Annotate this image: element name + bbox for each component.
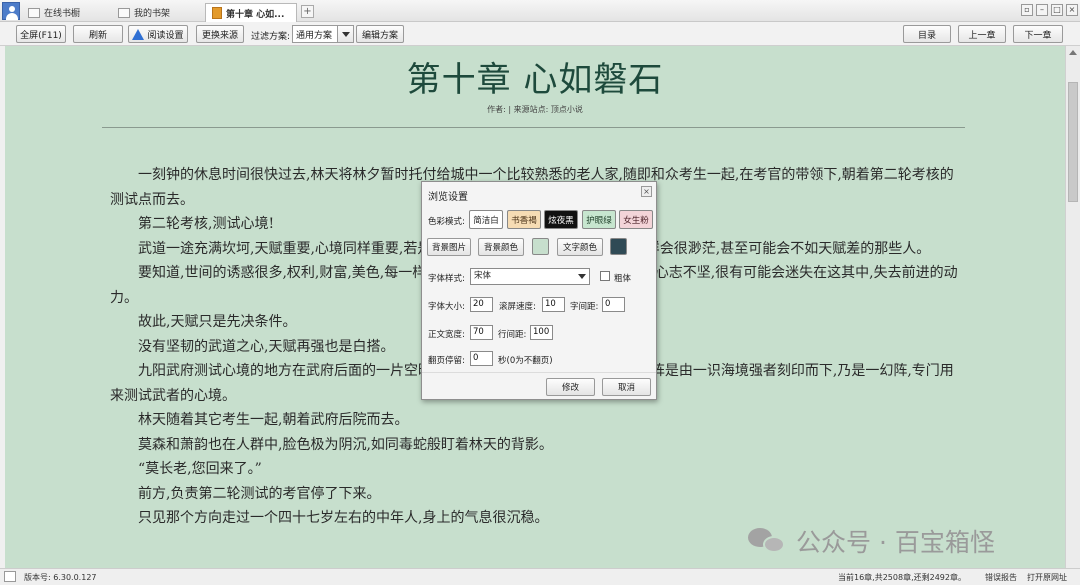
chapter-meta: 作者: | 来源站点: 顶点小说 bbox=[487, 105, 583, 114]
tab-label: 我的书架 bbox=[134, 9, 171, 19]
reading-settings-icon bbox=[132, 28, 145, 40]
error-report-link[interactable]: 错误报告 bbox=[985, 572, 1017, 583]
tab-current-chapter[interactable]: 第十章 心如... bbox=[205, 3, 297, 22]
refresh-button[interactable]: 刷新 bbox=[73, 25, 123, 43]
filter-scheme-select[interactable]: 通用方案 bbox=[292, 25, 354, 43]
vertical-scrollbar[interactable] bbox=[1065, 46, 1080, 568]
bg-color-swatch[interactable] bbox=[532, 238, 549, 255]
prev-chapter-button[interactable]: 上一章 bbox=[958, 25, 1006, 43]
line-spacing-input[interactable]: 100 bbox=[530, 325, 553, 340]
fullscreen-button[interactable]: 全屏(F11) bbox=[16, 25, 66, 43]
change-source-button[interactable]: 更换来源 bbox=[196, 25, 244, 43]
browse-settings-dialog: 浏览设置 × 色彩模式: 简洁白 书香褐 炫夜黑 护眼绿 女生粉 背景图片 背景… bbox=[421, 181, 657, 400]
wechat-icon bbox=[748, 526, 788, 556]
tab-bar: 在线书橱 我的书架 第十章 心如... + ▫ – □ × bbox=[0, 0, 1080, 22]
chevron-down-icon[interactable] bbox=[574, 269, 589, 284]
text-color-button[interactable]: 文字颜色 bbox=[557, 238, 603, 256]
scroll-up-icon[interactable] bbox=[1069, 50, 1077, 55]
dialog-cancel-button[interactable]: 取消 bbox=[602, 378, 651, 396]
letter-spacing-input[interactable]: 0 bbox=[602, 297, 625, 312]
mode-pink-button[interactable]: 女生粉 bbox=[619, 210, 653, 229]
document-icon bbox=[212, 7, 222, 19]
bold-checkbox[interactable] bbox=[600, 271, 610, 281]
title-divider bbox=[102, 127, 965, 128]
scrollbar-thumb[interactable] bbox=[1068, 82, 1078, 202]
font-style-value: 宋体 bbox=[474, 271, 492, 281]
status-panel-icon[interactable] bbox=[4, 571, 16, 582]
user-avatar-icon[interactable] bbox=[2, 2, 20, 20]
tab-online-bookcase[interactable]: 在线书橱 bbox=[22, 3, 86, 22]
edit-scheme-button[interactable]: 编辑方案 bbox=[356, 25, 404, 43]
toolbar: 全屏(F11) 刷新 阅读设置 更换来源 过滤方案: 通用方案 编辑方案 目录 … bbox=[0, 22, 1080, 46]
font-style-label: 字体样式: bbox=[428, 274, 465, 284]
color-mode-label: 色彩模式: bbox=[428, 217, 465, 227]
chapter-title: 第十章 心如磐石 bbox=[406, 60, 664, 100]
body-width-label: 正文宽度: bbox=[428, 330, 465, 340]
font-style-select[interactable]: 宋体 bbox=[470, 268, 590, 285]
scroll-speed-label: 滚屏速度: bbox=[499, 302, 536, 312]
reading-settings-button[interactable]: 阅读设置 bbox=[128, 25, 188, 43]
next-chapter-button[interactable]: 下一章 bbox=[1013, 25, 1063, 43]
toc-button[interactable]: 目录 bbox=[903, 25, 951, 43]
mode-brown-button[interactable]: 书香褐 bbox=[507, 210, 541, 229]
mode-green-button[interactable]: 护眼绿 bbox=[582, 210, 616, 229]
open-url-link[interactable]: 打开原网址 bbox=[1027, 572, 1067, 583]
status-bar: 版本号: 6.30.0.127 当前16章,共2508章,还剩2492章。 错误… bbox=[0, 568, 1080, 585]
minimize-icon[interactable]: – bbox=[1036, 4, 1048, 16]
mode-white-button[interactable]: 简洁白 bbox=[469, 210, 503, 229]
font-size-label: 字体大小: bbox=[428, 302, 465, 312]
font-size-input[interactable]: 20 bbox=[470, 297, 493, 312]
body-width-input[interactable]: 70 bbox=[470, 325, 493, 340]
dialog-ok-button[interactable]: 修改 bbox=[546, 378, 595, 396]
tab-label: 第十章 心如... bbox=[226, 9, 285, 20]
dialog-close-icon[interactable]: × bbox=[641, 186, 652, 197]
scroll-speed-input[interactable]: 10 bbox=[542, 297, 565, 312]
mode-black-button[interactable]: 炫夜黑 bbox=[544, 210, 578, 229]
bg-color-button[interactable]: 背景颜色 bbox=[478, 238, 524, 256]
progress-text: 当前16章,共2508章,还剩2492章。 bbox=[838, 573, 966, 582]
restore-icon[interactable]: ▫ bbox=[1021, 4, 1033, 16]
dialog-divider bbox=[422, 372, 656, 373]
bookshelf-icon bbox=[118, 7, 130, 18]
paragraph: “莫长老,您回来了。” bbox=[138, 461, 262, 477]
close-icon[interactable]: × bbox=[1066, 4, 1078, 16]
text-color-swatch[interactable] bbox=[610, 238, 627, 255]
paragraph: 前方,负责第二轮测试的考官停了下来。 bbox=[138, 485, 381, 502]
page-stay-input[interactable]: 0 bbox=[470, 351, 493, 366]
tab-label: 在线书橱 bbox=[44, 9, 81, 19]
version-text: 版本号: 6.30.0.127 bbox=[24, 573, 97, 582]
reading-settings-label: 阅读设置 bbox=[147, 30, 184, 41]
bold-label: 粗体 bbox=[614, 274, 632, 284]
page-stay-label: 翻页停留: bbox=[428, 356, 465, 366]
watermark-text: 公众号 · 百宝箱怪 bbox=[796, 528, 995, 557]
new-tab-button[interactable]: + bbox=[301, 5, 314, 18]
letter-spacing-label: 字间距: bbox=[570, 302, 599, 312]
paragraph: 林天随着其它考生一起,朝着武府后院而去。 bbox=[138, 412, 409, 428]
filter-scheme-value: 通用方案 bbox=[296, 30, 333, 41]
page-stay-unit: 秒(0为不翻页) bbox=[498, 356, 553, 366]
chevron-down-icon[interactable] bbox=[337, 26, 353, 42]
bg-image-button[interactable]: 背景图片 bbox=[427, 238, 471, 256]
filter-label: 过滤方案: bbox=[251, 32, 291, 42]
paragraph: 莫森和萧韵也在人群中,脸色极为阴沉,如同毒蛇般盯着林天的背影。 bbox=[138, 436, 553, 453]
watermark: 公众号 · 百宝箱怪 bbox=[748, 524, 995, 558]
tab-my-bookshelf[interactable]: 我的书架 bbox=[112, 3, 176, 22]
line-spacing-label: 行间距: bbox=[498, 330, 527, 340]
maximize-icon[interactable]: □ bbox=[1051, 4, 1063, 16]
dialog-title: 浏览设置 bbox=[428, 192, 468, 203]
bookcase-icon bbox=[28, 7, 40, 18]
